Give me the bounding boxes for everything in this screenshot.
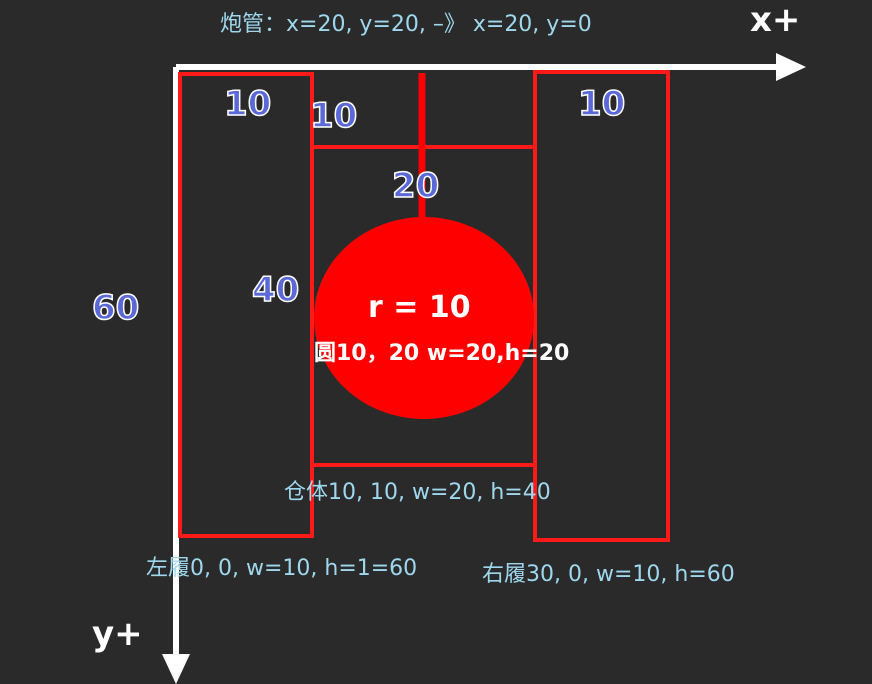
turret-radius-label: r = 10 bbox=[368, 290, 471, 325]
total-height-label: 60 bbox=[91, 287, 140, 329]
left-track-width-label: 10 bbox=[223, 83, 272, 125]
barrel-length-label: 20 bbox=[391, 165, 440, 207]
right-track bbox=[533, 70, 670, 542]
y-axis-label: y+ bbox=[92, 614, 143, 654]
left-track-label: 左履0, 0, w=10, h=1=60 bbox=[146, 556, 418, 581]
y-axis-arrow-icon bbox=[162, 654, 190, 684]
turret-label: 圆10，20 w=20,h=20 bbox=[314, 341, 570, 366]
hull-height-label: 40 bbox=[251, 269, 300, 311]
hull-label: 仓体10, 10, w=20, h=40 bbox=[284, 480, 551, 505]
barrel-gap-label: 10 bbox=[309, 95, 358, 137]
barrel-label: 炮管：x=20, y=20, –》 x=20, y=0 bbox=[220, 12, 592, 37]
right-track-width-label: 10 bbox=[577, 83, 626, 125]
x-axis-label: x+ bbox=[750, 0, 801, 40]
x-axis-arrow-icon bbox=[776, 53, 806, 81]
right-track-label: 右履30, 0, w=10, h=60 bbox=[482, 562, 735, 587]
